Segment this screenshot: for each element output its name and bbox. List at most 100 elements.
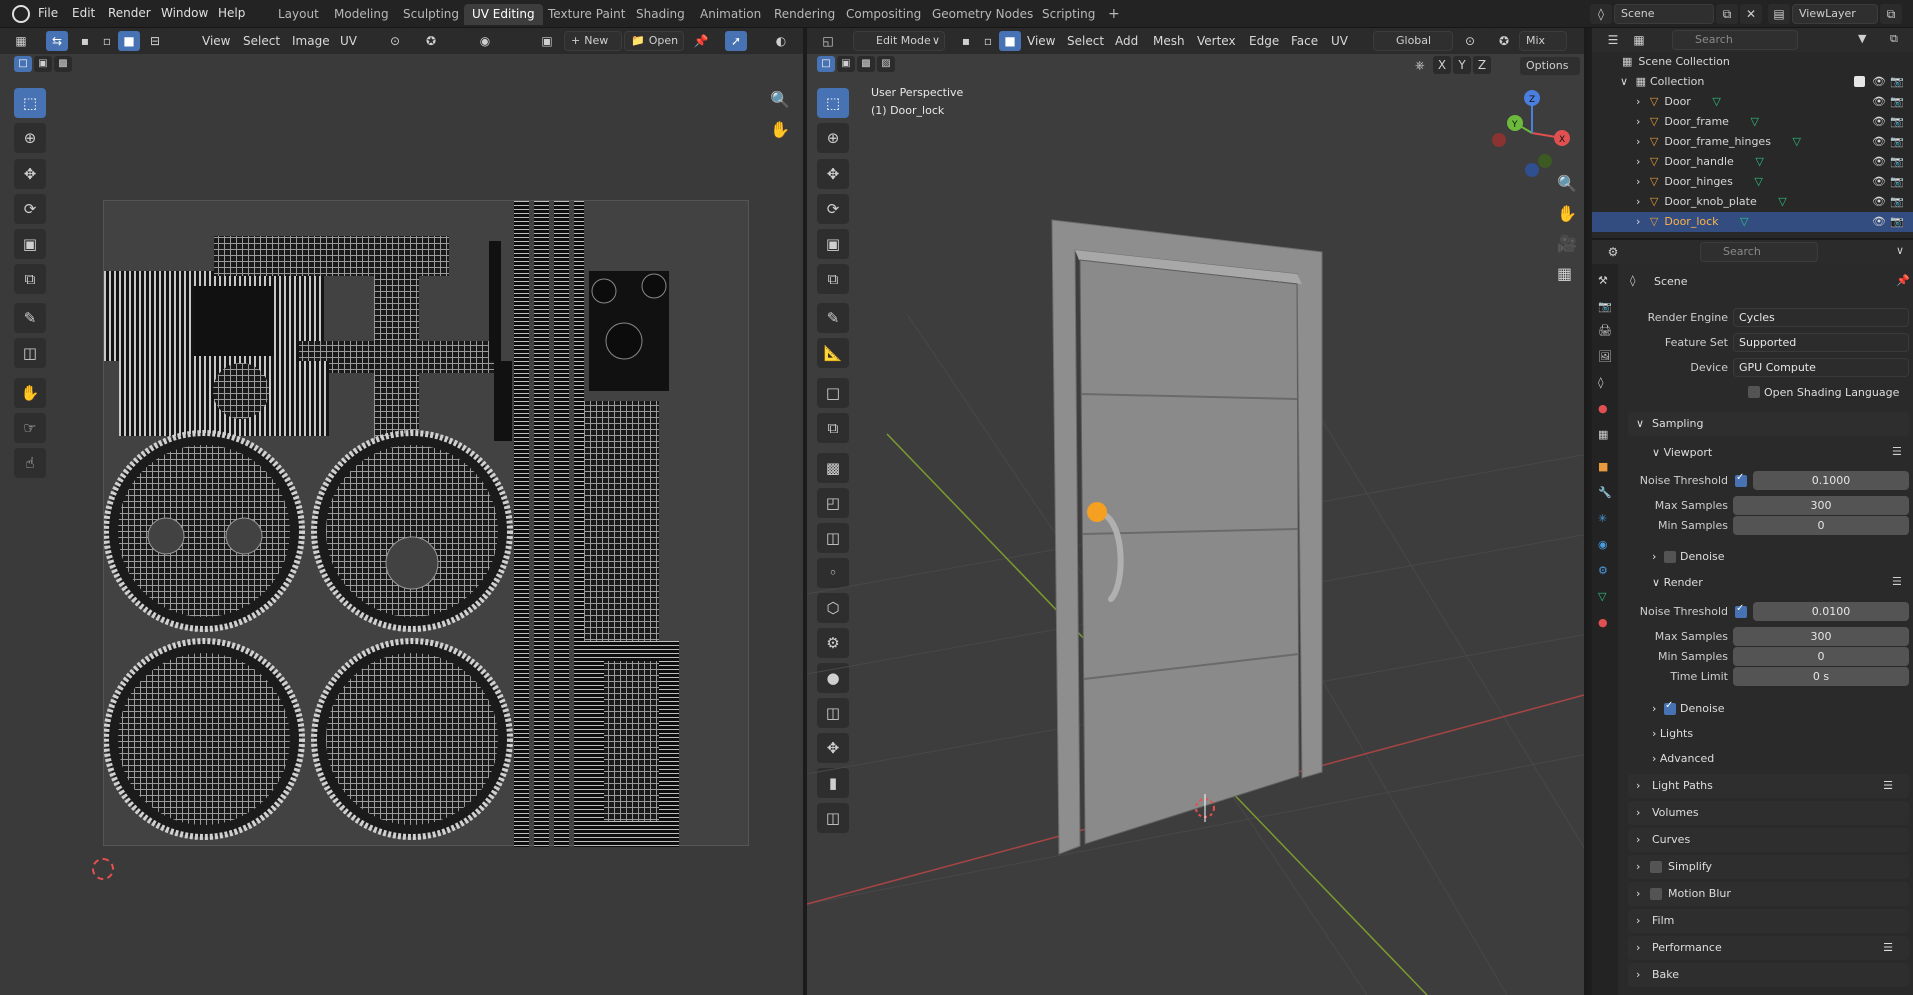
data-tab-icon[interactable]: ▽ — [1598, 590, 1606, 603]
vp-menu-face[interactable]: Face — [1291, 34, 1318, 48]
door-lock[interactable] — [1087, 502, 1107, 522]
filter-icon[interactable]: ▼ — [1858, 32, 1866, 45]
pivot-icon[interactable]: ⊙ — [1459, 31, 1481, 51]
proportional-falloff-dropdown[interactable]: Mix — [1519, 31, 1567, 51]
proportional-icon[interactable]: ◉ — [474, 31, 496, 51]
r-noise-field[interactable]: 0.0100 — [1753, 602, 1909, 621]
pan-icon[interactable]: ✋ — [770, 120, 790, 139]
snap-icon[interactable]: ✪ — [1493, 31, 1515, 51]
render-icon[interactable]: 📷 — [1890, 172, 1904, 192]
tool-move[interactable]: ✥ — [14, 159, 46, 189]
edge-select-icon[interactable]: ▫ — [977, 31, 999, 51]
sync-selection-icon[interactable]: ⇆ — [46, 31, 68, 51]
r-noise-checkbox[interactable] — [1735, 603, 1747, 618]
advanced-subpanel[interactable]: › Advanced — [1652, 752, 1714, 765]
bake-panel[interactable]: › Bake — [1628, 963, 1909, 987]
menu-window[interactable]: Window — [161, 6, 208, 20]
edge-select-icon[interactable]: ▫ — [96, 31, 118, 51]
curves-panel[interactable]: › Curves — [1628, 828, 1909, 852]
list-icon[interactable]: ☰ — [1892, 445, 1902, 458]
tab-scripting[interactable]: Scripting — [1034, 4, 1103, 25]
render-tab-icon[interactable]: 📷 — [1598, 300, 1612, 313]
vp-menu-add[interactable]: Add — [1115, 34, 1138, 48]
tool-rip[interactable]: ◫ — [14, 338, 46, 368]
uv-canvas[interactable] — [103, 200, 749, 847]
2d-cursor-icon[interactable] — [92, 858, 114, 880]
list-icon[interactable]: ☰ — [1883, 774, 1893, 798]
outliner-item-door-frame-hinges[interactable]: › ▽ Door_frame_hinges ▽ 👁 📷 — [1592, 132, 1904, 152]
door[interactable] — [1079, 259, 1300, 845]
collection-checkbox[interactable] — [1854, 76, 1865, 87]
scene-name-field[interactable]: Scene — [1614, 4, 1714, 24]
tab-texture-paint[interactable]: Texture Paint — [540, 4, 633, 25]
tool-tab-icon[interactable]: ⚒ — [1598, 274, 1608, 287]
film-panel[interactable]: › Film — [1628, 909, 1909, 933]
pin-icon[interactable]: 📌 — [1896, 274, 1910, 287]
tool-scale[interactable]: ▣ — [14, 229, 46, 259]
open-image-button[interactable]: 📁 Open — [624, 31, 684, 51]
visibility-icon[interactable]: 👁 — [1872, 152, 1886, 172]
outliner-item-door-handle[interactable]: › ▽ Door_handle ▽ 👁 📷 — [1592, 152, 1904, 172]
add-workspace-button[interactable]: + — [1100, 4, 1128, 25]
editor-type-icon[interactable]: ▦ — [10, 31, 32, 51]
uv-menu-uv[interactable]: UV — [340, 34, 357, 48]
uv-gizmo-icon[interactable]: ➚ — [725, 31, 747, 51]
new-collection-icon[interactable]: ⧉ — [1890, 32, 1898, 46]
tab-sculpting[interactable]: Sculpting — [395, 4, 467, 25]
r-max-field[interactable]: 300 — [1733, 627, 1909, 646]
tool-annotate[interactable]: ✎ — [14, 303, 46, 333]
overlay-icon[interactable]: ◐ — [770, 31, 792, 51]
viewport-subpanel[interactable]: ∨ Viewport — [1652, 446, 1712, 459]
simplify-checkbox[interactable] — [1650, 861, 1662, 873]
new-scene-icon[interactable]: ⧉ — [1716, 4, 1738, 24]
editor-type-icon[interactable]: ◱ — [817, 31, 839, 51]
delete-scene-icon[interactable]: ✕ — [1740, 4, 1762, 24]
output-tab-icon[interactable]: 🖨 — [1598, 324, 1612, 337]
sticky-select-icon[interactable]: ⊟ — [144, 31, 166, 51]
vp-denoise-subpanel[interactable]: › — [1652, 550, 1656, 563]
tool-cursor[interactable]: ⊕ — [14, 123, 46, 153]
viewport-scene[interactable] — [807, 54, 1588, 995]
render-icon[interactable]: 📷 — [1890, 72, 1904, 92]
transform-orientation-dropdown[interactable]: Global — [1373, 31, 1453, 51]
vp-menu-edge[interactable]: Edge — [1249, 34, 1279, 48]
vp-menu-uv[interactable]: UV — [1331, 34, 1348, 48]
osl-checkbox[interactable] — [1748, 386, 1760, 398]
light-paths-panel[interactable]: › Light Paths ☰ — [1628, 774, 1909, 798]
display-mode-icon[interactable]: ▦ — [1628, 30, 1650, 50]
face-select-icon[interactable]: ■ — [999, 31, 1021, 51]
visibility-icon[interactable]: 👁 — [1872, 192, 1886, 212]
vertex-select-icon[interactable]: ▪ — [955, 31, 977, 51]
r-denoise-checkbox[interactable] — [1664, 700, 1676, 715]
scene-icon[interactable]: ◊ — [1590, 4, 1612, 24]
properties-type-icon[interactable]: ⚙ — [1602, 242, 1624, 262]
properties-search[interactable]: Search — [1700, 242, 1818, 262]
outliner-scene-collection[interactable]: ▦ Scene Collection — [1592, 52, 1883, 72]
tool-relax[interactable]: ☞ — [14, 413, 46, 443]
new-viewlayer-icon[interactable]: ⧉ — [1880, 4, 1902, 24]
tab-uv-editing[interactable]: UV Editing — [464, 4, 543, 25]
menu-help[interactable]: Help — [218, 6, 245, 20]
feature-set-dropdown[interactable]: Supported — [1733, 333, 1909, 352]
outliner-item-door-lock[interactable]: › ▽ Door_lock ▽ 👁 📷 — [1592, 212, 1913, 232]
render-subpanel[interactable]: ∨ Render — [1652, 576, 1703, 589]
tab-layout[interactable]: Layout — [270, 4, 327, 25]
outliner-item-door-hinges[interactable]: › ▽ Door_hinges ▽ 👁 📷 — [1592, 172, 1904, 192]
visibility-icon[interactable]: 👁 — [1872, 72, 1886, 92]
visibility-icon[interactable]: 👁 — [1872, 172, 1886, 192]
render-engine-dropdown[interactable]: Cycles — [1733, 308, 1909, 327]
r-denoise-subpanel[interactable]: › — [1652, 702, 1656, 715]
mode-dropdown[interactable]: Edit Mode ∨ — [853, 31, 945, 51]
uv-menu-image[interactable]: Image — [292, 34, 330, 48]
blender-logo-icon[interactable] — [12, 5, 30, 23]
vp-denoise-checkbox[interactable] — [1664, 551, 1676, 563]
device-dropdown[interactable]: GPU Compute — [1733, 358, 1909, 377]
view-layer-tab-icon[interactable]: 🖼 — [1598, 350, 1612, 363]
constraints-tab-icon[interactable]: ⚙ — [1598, 564, 1608, 577]
vp-min-field[interactable]: 0 — [1733, 516, 1909, 535]
r-time-field[interactable]: 0 s — [1733, 667, 1909, 686]
viewlayer-icon[interactable]: ▤ — [1768, 4, 1790, 24]
uv-menu-select[interactable]: Select — [243, 34, 280, 48]
outliner-collection[interactable]: ∨ ▦ Collection 👁 📷 — [1592, 72, 1904, 92]
vp-max-field[interactable]: 300 — [1733, 496, 1909, 515]
